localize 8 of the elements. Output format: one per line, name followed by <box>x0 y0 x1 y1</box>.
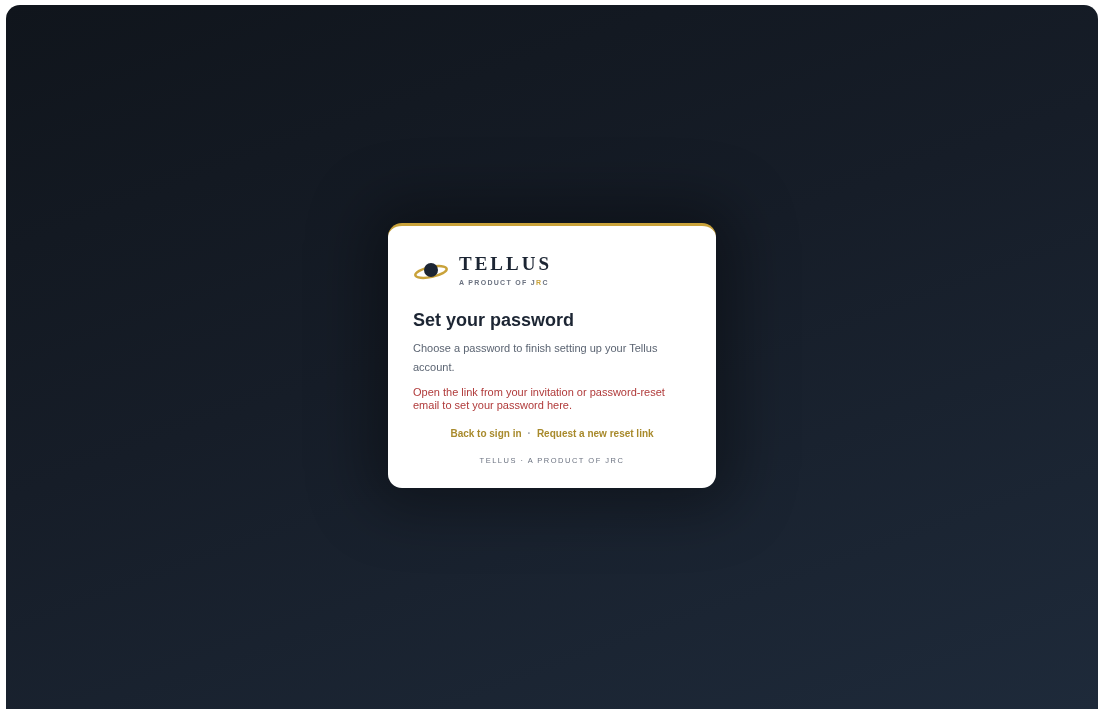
description-text: Choose a password to finish setting up your Tellus account. <box>413 340 659 375</box>
brand-name: TELLUS <box>459 254 552 273</box>
separator-dot: · <box>527 426 531 441</box>
error-message: Open the link from your invitation or password-reset email to set your password here. <box>413 385 666 412</box>
request-reset-link[interactable]: Request a new reset link <box>536 425 654 441</box>
page-heading: Set your password <box>413 308 576 332</box>
planet-logo-icon <box>413 262 449 281</box>
back-to-sign-in-link[interactable]: Back to sign in <box>450 425 522 441</box>
